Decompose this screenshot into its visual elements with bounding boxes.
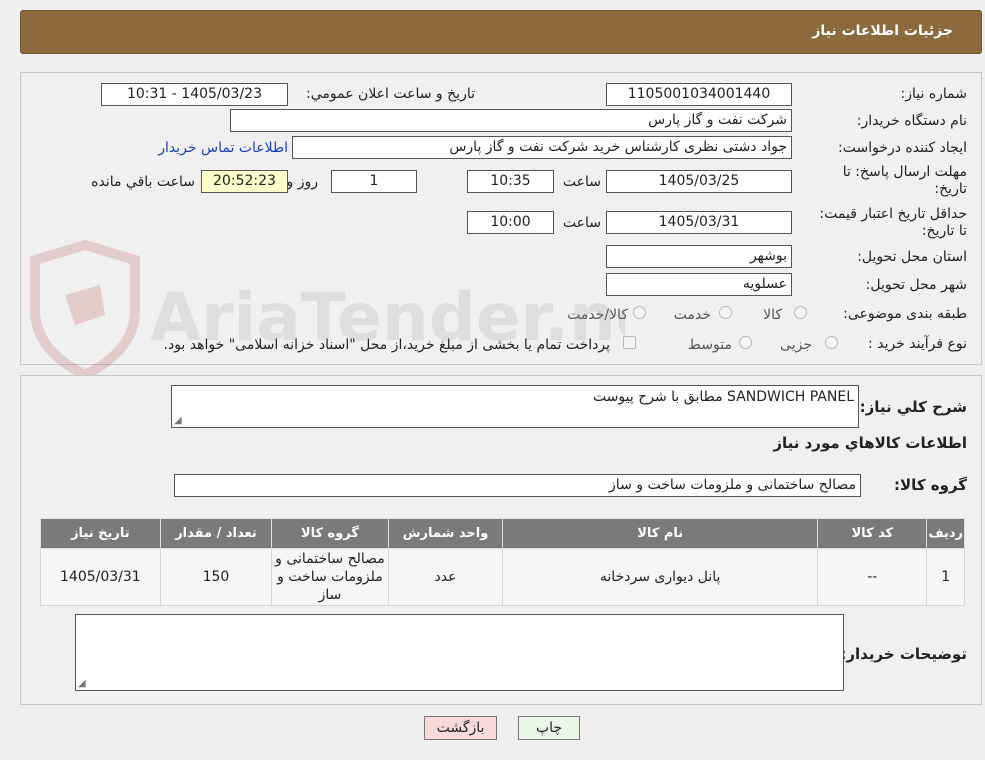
deadline-label: مهلت ارسال پاسخ: تا تاریخ: [842,164,967,197]
process-medium-label: متوسط [688,337,732,353]
group-cell: مصالح ساختمانی و ملزومات ساخت و ساز [271,548,389,606]
quantity-cell: 150 [159,548,273,606]
goods-group-label: گروه کالا: [894,476,967,494]
remaining-time-label: ساعت باقي مانده [91,174,195,190]
city-label: شهر محل تحویل: [865,277,967,293]
treasury-payment-note: پرداخت تمام یا بخشی از مبلغ خرید،از محل … [163,337,610,353]
creator-field: جواد دشتی نظری کارشناس خرید شرکت نفت و گ… [292,136,792,159]
deadline-time-field: 10:35 [467,170,554,193]
deadline-date-field: 1405/03/25 [606,170,792,193]
resize-grip-icon[interactable]: ◢ [78,679,86,689]
category-goods-radio[interactable] [794,306,807,319]
buyer-notes-label: توضیحات خریدار: [840,645,967,663]
province-field: بوشهر [606,245,792,268]
print-button[interactable]: چاپ [518,716,580,740]
resize-grip-icon[interactable]: ◢ [174,416,182,426]
treasury-payment-checkbox[interactable] [623,336,636,349]
buyer-notes-textarea[interactable]: ◢ [75,614,844,691]
deadline-time-label: ساعت [562,174,601,190]
category-goods-label: کالا [763,307,782,323]
process-medium-radio[interactable] [739,336,752,349]
col-name-header: نام کالا [502,518,819,549]
remaining-days-label: روز و [286,174,319,190]
price-validity-label: حداقل تاریخ اعتبار قیمت: تا تاریخ: [819,206,967,239]
validity-time-field: 10:00 [467,211,554,234]
remaining-time-field: 20:52:23 [201,170,288,193]
goods-table: ردیف کد کالا نام کالا واحد شمارش گروه کا… [40,518,965,606]
need-number-field: 1105001034001440 [606,83,792,106]
description-text: SANDWICH PANEL مطابق با شرح پیوست [592,389,854,405]
process-minor-label: جزیی [780,337,812,353]
category-service-label: خدمت [673,307,711,323]
unit-cell: عدد [387,548,504,606]
description-textarea[interactable]: SANDWICH PANEL مطابق با شرح پیوست ◢ [171,385,859,428]
buyer-contact-link[interactable]: اطلاعات تماس خریدار [158,140,288,156]
col-quantity-header: تعداد / مقدار [159,518,273,549]
back-button[interactable]: بازگشت [424,716,497,740]
process-minor-radio[interactable] [825,336,838,349]
col-date-header: تاریخ نیاز [40,518,161,549]
buyer-org-field: شرکت نفت و گاز پارس [230,109,792,132]
item-name-cell: پانل دیواری سردخانه [502,548,819,606]
goods-table-header: ردیف کد کالا نام کالا واحد شمارش گروه کا… [40,518,965,549]
creator-label: ایجاد کننده درخواست: [838,140,967,156]
category-goods-service-label: کالا/خدمت [567,307,628,323]
city-field: عسلویه [606,273,792,296]
category-goods-service-radio[interactable] [633,306,646,319]
buyer-org-label: نام دستگاه خریدار: [856,113,967,129]
page-title: جزئیات اطلاعات نیاز [812,23,953,39]
category-label: طبقه بندی موضوعی: [843,306,967,322]
item-code-cell: -- [817,548,928,606]
description-label: شرح کلي نیاز: [859,398,967,416]
category-service-radio[interactable] [719,306,732,319]
goods-info-title: اطلاعات کالاهاي مورد نیاز [773,434,967,452]
col-code-header: کد کالا [817,518,928,549]
announce-datetime-field: 1405/03/23 - 10:31 [101,83,288,106]
validity-time-label: ساعت [562,215,601,231]
need-date-cell: 1405/03/31 [40,548,161,606]
table-row: 1 -- پانل دیواری سردخانه عدد مصالح ساختم… [40,548,965,606]
goods-group-field: مصالح ساختمانی و ملزومات ساخت و ساز [174,474,861,497]
row-number-cell: 1 [926,548,965,606]
remaining-days-field: 1 [331,170,417,193]
announce-datetime-label: تاریخ و ساعت اعلان عمومي: [306,86,475,102]
validity-date-field: 1405/03/31 [606,211,792,234]
col-row-header: ردیف [926,518,965,549]
province-label: استان محل تحویل: [857,249,967,265]
col-group-header: گروه کالا [271,518,389,549]
need-number-label: شماره نیاز: [900,86,968,102]
page-header: جزئیات اطلاعات نیاز [20,10,982,54]
col-unit-header: واحد شمارش [387,518,504,549]
process-type-label: نوع فرآیند خرید : [868,336,967,352]
